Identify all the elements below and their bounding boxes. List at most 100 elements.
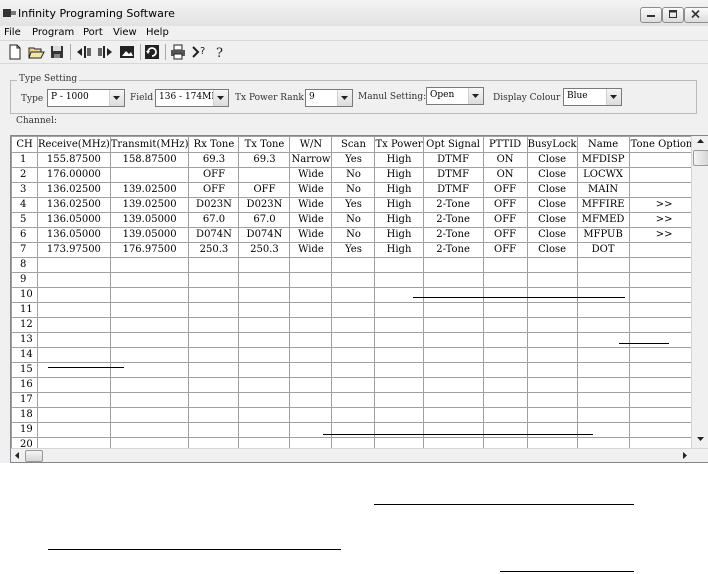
- table-cell[interactable]: [289, 362, 333, 378]
- table-cell[interactable]: [482, 407, 528, 423]
- channel-grid[interactable]: CH Receive(MHz) Transmit(MHz) Rx Tone Tx…: [10, 135, 708, 463]
- table-cell[interactable]: 250.3: [188, 242, 240, 258]
- column-header[interactable]: Rx Tone: [188, 136, 240, 153]
- table-cell[interactable]: [422, 377, 484, 393]
- table-cell[interactable]: [188, 347, 240, 363]
- table-row[interactable]: 9: [11, 272, 700, 288]
- table-cell[interactable]: [422, 347, 484, 363]
- table-cell[interactable]: OFF: [482, 242, 528, 258]
- table-cell[interactable]: [289, 332, 333, 348]
- table-row[interactable]: 13: [11, 332, 700, 348]
- table-cell[interactable]: [109, 272, 190, 288]
- table-cell[interactable]: [238, 272, 291, 288]
- table-cell[interactable]: [238, 287, 291, 303]
- table-cell[interactable]: 7: [11, 242, 38, 258]
- table-cell[interactable]: 17: [11, 392, 38, 408]
- table-cell[interactable]: 69.3: [188, 152, 240, 168]
- print-icon[interactable]: [169, 43, 187, 61]
- table-row[interactable]: 17: [11, 392, 700, 408]
- table-cell[interactable]: [238, 407, 291, 423]
- table-cell[interactable]: [628, 392, 700, 408]
- table-cell[interactable]: OFF: [482, 197, 528, 213]
- table-cell[interactable]: MFDISP: [576, 152, 630, 168]
- table-cell[interactable]: [422, 332, 484, 348]
- table-cell[interactable]: >>: [628, 227, 700, 243]
- table-cell[interactable]: High: [374, 182, 424, 198]
- table-cell[interactable]: [374, 332, 424, 348]
- table-row[interactable]: 6 136.05000 139.05000 D074N D074N Wide No High 2…: [11, 227, 700, 243]
- table-cell[interactable]: [238, 362, 291, 378]
- table-cell[interactable]: [482, 287, 528, 303]
- table-cell[interactable]: 136.05000: [37, 212, 111, 228]
- table-cell[interactable]: [576, 257, 630, 273]
- table-cell[interactable]: [109, 317, 190, 333]
- table-cell[interactable]: Close: [526, 182, 578, 198]
- table-cell[interactable]: 136.02500: [37, 197, 111, 213]
- table-cell[interactable]: 5: [11, 212, 38, 228]
- table-cell[interactable]: [576, 317, 630, 333]
- table-cell[interactable]: 18: [11, 407, 38, 423]
- table-cell[interactable]: Wide: [289, 227, 333, 243]
- table-cell[interactable]: LOCWX: [576, 167, 630, 183]
- horizontal-scrollbar[interactable]: [11, 448, 708, 462]
- table-cell[interactable]: [526, 347, 578, 363]
- table-cell[interactable]: [238, 377, 291, 393]
- table-cell[interactable]: DTMF: [422, 152, 484, 168]
- table-cell[interactable]: [422, 287, 484, 303]
- vertical-scrollbar[interactable]: [691, 136, 708, 448]
- table-cell[interactable]: 14: [11, 347, 38, 363]
- table-cell[interactable]: [331, 317, 376, 333]
- table-cell[interactable]: [482, 362, 528, 378]
- table-cell[interactable]: High: [374, 212, 424, 228]
- table-cell[interactable]: [289, 302, 333, 318]
- table-cell[interactable]: [188, 287, 240, 303]
- table-cell[interactable]: [482, 302, 528, 318]
- table-cell[interactable]: [628, 182, 700, 198]
- table-cell[interactable]: High: [374, 227, 424, 243]
- open-folder-icon[interactable]: [27, 43, 45, 61]
- table-cell[interactable]: [628, 422, 700, 438]
- table-cell[interactable]: [628, 167, 700, 183]
- table-cell[interactable]: [482, 257, 528, 273]
- table-cell[interactable]: 4: [11, 197, 38, 213]
- table-cell[interactable]: Close: [526, 167, 578, 183]
- table-cell[interactable]: [576, 377, 630, 393]
- table-cell[interactable]: [289, 272, 333, 288]
- table-cell[interactable]: 12: [11, 317, 38, 333]
- table-cell[interactable]: High: [374, 197, 424, 213]
- column-header[interactable]: Receive(MHz): [37, 136, 111, 153]
- table-cell[interactable]: [482, 347, 528, 363]
- column-header[interactable]: PTTID: [482, 136, 528, 153]
- table-cell[interactable]: [526, 287, 578, 303]
- table-cell[interactable]: D023N: [188, 197, 240, 213]
- table-cell[interactable]: [331, 257, 376, 273]
- table-row[interactable]: 7 173.97500 176.97500 250.3 250.3 Wide Yes High…: [11, 242, 700, 258]
- column-header[interactable]: BusyLock: [526, 136, 578, 153]
- table-cell[interactable]: No: [331, 227, 376, 243]
- maximize-button[interactable]: [662, 7, 684, 23]
- table-cell[interactable]: OFF: [188, 167, 240, 183]
- table-cell[interactable]: [374, 362, 424, 378]
- table-cell[interactable]: [374, 317, 424, 333]
- table-cell[interactable]: [576, 302, 630, 318]
- table-cell[interactable]: [238, 302, 291, 318]
- table-cell[interactable]: [374, 377, 424, 393]
- table-cell[interactable]: [526, 407, 578, 423]
- table-cell[interactable]: [526, 272, 578, 288]
- table-cell[interactable]: [628, 377, 700, 393]
- table-cell[interactable]: No: [331, 167, 376, 183]
- table-cell[interactable]: 69.3: [238, 152, 291, 168]
- table-cell[interactable]: DOT: [576, 242, 630, 258]
- display-colour-select[interactable]: Blue: [563, 88, 622, 106]
- table-cell[interactable]: High: [374, 152, 424, 168]
- table-cell[interactable]: [331, 392, 376, 408]
- column-header[interactable]: CH: [11, 136, 38, 153]
- table-cell[interactable]: MFPUB: [576, 227, 630, 243]
- table-cell[interactable]: [188, 332, 240, 348]
- table-cell[interactable]: 67.0: [188, 212, 240, 228]
- table-cell[interactable]: [331, 407, 376, 423]
- close-button[interactable]: [684, 7, 708, 23]
- table-cell[interactable]: [238, 257, 291, 273]
- table-cell[interactable]: MAIN: [576, 182, 630, 198]
- table-cell[interactable]: [109, 167, 190, 183]
